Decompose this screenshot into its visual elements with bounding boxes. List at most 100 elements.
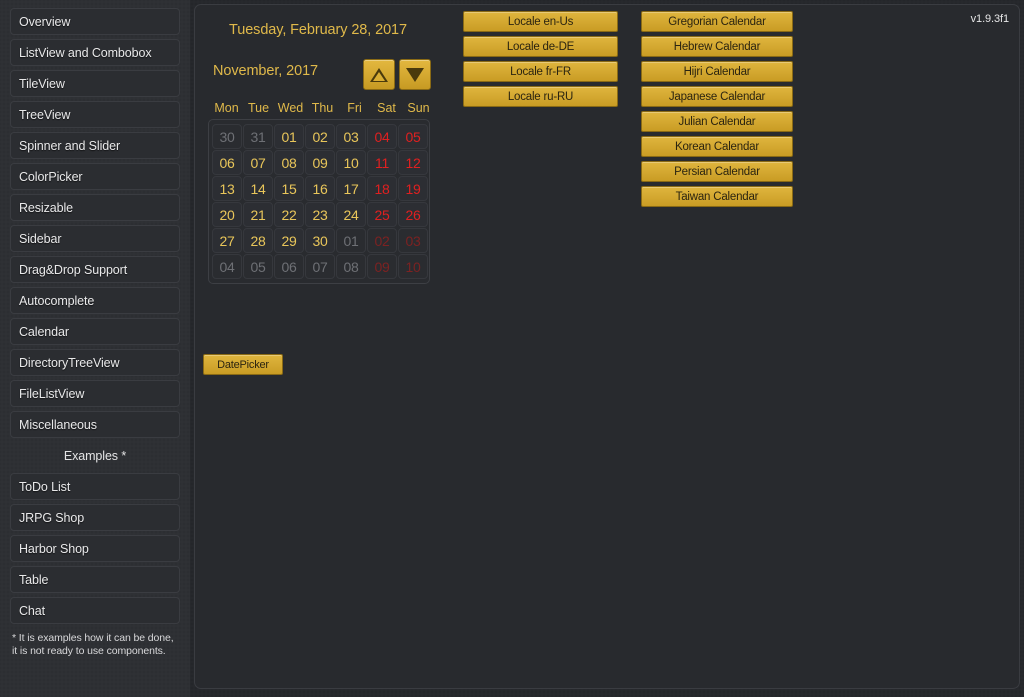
calendar-prev-month-button[interactable]: [363, 59, 395, 90]
locale-button-locale-ru-ru-label: Locale ru-RU: [507, 90, 574, 103]
calendar-day-cell[interactable]: 07: [243, 150, 273, 175]
calendar-system-button-hijri-calendar-label: Hijri Calendar: [683, 65, 751, 78]
calendar-day-cell[interactable]: 06: [274, 254, 304, 279]
calendar-day-cell[interactable]: 18: [367, 176, 397, 201]
calendar-weekday-wed: Wed: [277, 101, 304, 115]
calendar-day-cell[interactable]: 03: [398, 228, 428, 253]
calendar-day-cell[interactable]: 30: [305, 228, 335, 253]
calendar-day-cell[interactable]: 01: [274, 124, 304, 149]
sidebar-item-miscellaneous[interactable]: Miscellaneous: [10, 411, 180, 438]
calendar-system-button-persian-calendar-label: Persian Calendar: [674, 165, 760, 178]
sidebar-item-drag-drop-support[interactable]: Drag&Drop Support: [10, 256, 180, 283]
calendar-day-cell[interactable]: 14: [243, 176, 273, 201]
calendar-next-month-button[interactable]: [399, 59, 431, 90]
calendar-day-cell[interactable]: 27: [212, 228, 242, 253]
calendar-day-grid: 30 31 01 02 03 04 05 06 07 08 09 10 11 12 13 14 15 16 17 18…: [212, 124, 428, 279]
datepicker-button[interactable]: DatePicker: [203, 354, 283, 375]
calendar-day-cell[interactable]: 28: [243, 228, 273, 253]
calendar-weekday-tue: Tue: [247, 101, 270, 115]
calendar-day-cell[interactable]: 09: [367, 254, 397, 279]
calendar-system-button-persian-calendar[interactable]: Persian Calendar: [641, 161, 793, 182]
calendar-system-button-julian-calendar[interactable]: Julian Calendar: [641, 111, 793, 132]
calendar-day-cell[interactable]: 11: [367, 150, 397, 175]
sidebar-item-tileview-label: TileView: [19, 76, 65, 91]
sidebar-item-miscellaneous-label: Miscellaneous: [19, 417, 97, 432]
sidebar-item-spinner-and-slider[interactable]: Spinner and Slider: [10, 132, 180, 159]
sidebar-item-filelistview-label: FileListView: [19, 386, 85, 401]
sidebar-example-harbor-shop[interactable]: Harbor Shop: [10, 535, 180, 562]
calendar-day-cell[interactable]: 22: [274, 202, 304, 227]
calendar-day-cell[interactable]: 07: [305, 254, 335, 279]
sidebar-item-resizable[interactable]: Resizable: [10, 194, 180, 221]
locale-button-locale-ru-ru[interactable]: Locale ru-RU: [463, 86, 618, 107]
calendar-day-cell[interactable]: 10: [336, 150, 366, 175]
sidebar-item-overview-label: Overview: [19, 14, 71, 29]
calendar-day-cell[interactable]: 31: [243, 124, 273, 149]
sidebar-item-listview-and-combobox[interactable]: ListView and Combobox: [10, 39, 180, 66]
locale-button-locale-fr-fr[interactable]: Locale fr-FR: [463, 61, 618, 82]
sidebar-item-colorpicker[interactable]: ColorPicker: [10, 163, 180, 190]
calendar-system-button-hebrew-calendar[interactable]: Hebrew Calendar: [641, 36, 793, 57]
sidebar-item-overview[interactable]: Overview: [10, 8, 180, 35]
calendar-day-cell[interactable]: 12: [398, 150, 428, 175]
calendar-day-cell[interactable]: 04: [367, 124, 397, 149]
calendar-day-cell[interactable]: 05: [398, 124, 428, 149]
calendar-system-button-japanese-calendar[interactable]: Japanese Calendar: [641, 86, 793, 107]
sidebar-example-table[interactable]: Table: [10, 566, 180, 593]
sidebar-item-list: Overview ListView and Combobox TileView Tre…: [10, 8, 180, 438]
calendar-day-cell[interactable]: 02: [367, 228, 397, 253]
calendar-system-button-hijri-calendar[interactable]: Hijri Calendar: [641, 61, 793, 82]
calendar-nav-row: November, 2017: [203, 59, 433, 93]
calendar-system-button-korean-calendar[interactable]: Korean Calendar: [641, 136, 793, 157]
sidebar-item-filelistview[interactable]: FileListView: [10, 380, 180, 407]
calendar-widget: Tuesday, February 28, 2017 November, 201…: [203, 19, 433, 284]
sidebar-footnote: * It is examples how it can be done, it …: [12, 632, 174, 657]
calendar-system-button-japanese-calendar-label: Japanese Calendar: [668, 90, 766, 103]
sidebar-item-autocomplete[interactable]: Autocomplete: [10, 287, 180, 314]
sidebar-example-todo-list[interactable]: ToDo List: [10, 473, 180, 500]
locale-button-locale-de-de-label: Locale de-DE: [506, 40, 575, 53]
sidebar-item-calendar[interactable]: Calendar: [10, 318, 180, 345]
sidebar-item-directorytreeview[interactable]: DirectoryTreeView: [10, 349, 180, 376]
calendar-day-cell[interactable]: 10: [398, 254, 428, 279]
locale-button-locale-en-us[interactable]: Locale en-Us: [463, 11, 618, 32]
calendar-day-cell[interactable]: 19: [398, 176, 428, 201]
calendar-day-cell[interactable]: 26: [398, 202, 428, 227]
calendar-day-cell[interactable]: 20: [212, 202, 242, 227]
calendar-day-cell[interactable]: 30: [212, 124, 242, 149]
calendar-day-cell[interactable]: 29: [274, 228, 304, 253]
sidebar-example-chat-label: Chat: [19, 603, 46, 618]
calendar-day-cell[interactable]: 03: [336, 124, 366, 149]
sidebar-item-sidebar-label: Sidebar: [19, 231, 62, 246]
calendar-system-button-gregorian-calendar[interactable]: Gregorian Calendar: [641, 11, 793, 32]
sidebar-item-treeview[interactable]: TreeView: [10, 101, 180, 128]
calendar-day-cell[interactable]: 23: [305, 202, 335, 227]
calendar-day-cell[interactable]: 06: [212, 150, 242, 175]
calendar-day-cell[interactable]: 25: [367, 202, 397, 227]
calendar-system-button-julian-calendar-label: Julian Calendar: [678, 115, 756, 128]
calendar-day-cell[interactable]: 09: [305, 150, 335, 175]
calendar-weekday-thu: Thu: [311, 101, 334, 115]
sidebar-example-jrpg-shop[interactable]: JRPG Shop: [10, 504, 180, 531]
calendar-day-cell[interactable]: 04: [212, 254, 242, 279]
calendar-day-cell[interactable]: 15: [274, 176, 304, 201]
calendar-day-cell[interactable]: 08: [336, 254, 366, 279]
calendar-month-label: November, 2017: [213, 63, 318, 79]
calendar-day-cell[interactable]: 05: [243, 254, 273, 279]
calendar-day-cell[interactable]: 16: [305, 176, 335, 201]
calendar-day-cell[interactable]: 21: [243, 202, 273, 227]
calendar-weekday-header-row: Mon Tue Wed Thu Fri Sat Sun: [211, 101, 433, 115]
calendar-day-cell[interactable]: 13: [212, 176, 242, 201]
calendar-day-cell[interactable]: 17: [336, 176, 366, 201]
sidebar-examples-header: Examples *: [63, 448, 127, 463]
calendar-day-cell[interactable]: 01: [336, 228, 366, 253]
sidebar-item-tileview[interactable]: TileView: [10, 70, 180, 97]
sidebar-item-sidebar[interactable]: Sidebar: [10, 225, 180, 252]
sidebar-example-chat[interactable]: Chat: [10, 597, 180, 624]
sidebar-example-jrpg-shop-label: JRPG Shop: [19, 510, 85, 525]
calendar-day-cell[interactable]: 08: [274, 150, 304, 175]
calendar-system-button-taiwan-calendar[interactable]: Taiwan Calendar: [641, 186, 793, 207]
locale-button-locale-de-de[interactable]: Locale de-DE: [463, 36, 618, 57]
calendar-day-cell[interactable]: 02: [305, 124, 335, 149]
calendar-day-cell[interactable]: 24: [336, 202, 366, 227]
